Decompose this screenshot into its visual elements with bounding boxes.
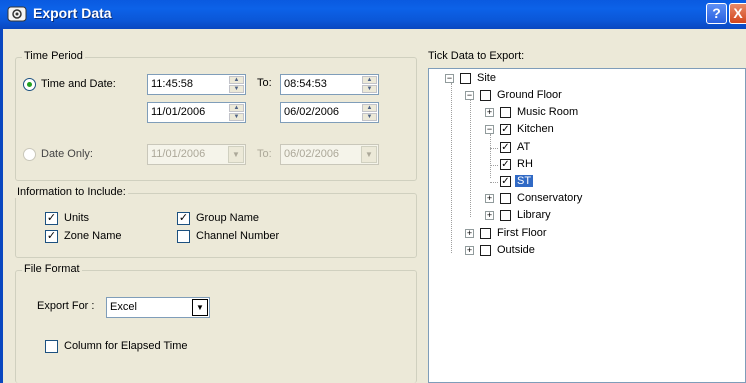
- date-only-start-field[interactable]: 11/01/2006 ▼: [147, 144, 246, 165]
- start-date-field[interactable]: 11/01/2006 ▲ ▼: [147, 102, 246, 123]
- tree-label-at[interactable]: AT: [517, 141, 530, 153]
- spin-down-icon[interactable]: ▼: [229, 85, 244, 93]
- tree-connector: [451, 83, 452, 253]
- units-checkbox[interactable]: ✓: [45, 212, 58, 225]
- spin-down-icon[interactable]: ▼: [362, 85, 377, 93]
- tree-label-outside[interactable]: Outside: [497, 244, 535, 256]
- outside-checkbox[interactable]: [480, 245, 491, 256]
- time-and-date-label[interactable]: Time and Date:: [41, 78, 116, 90]
- export-app-icon: [7, 6, 27, 22]
- zone-name-label[interactable]: Zone Name: [64, 230, 121, 242]
- expand-icon[interactable]: +: [465, 229, 474, 238]
- window-title: Export Data: [33, 5, 112, 21]
- spin-up-icon[interactable]: ▲: [362, 76, 377, 84]
- help-button[interactable]: ?: [706, 3, 727, 24]
- expand-icon[interactable]: +: [485, 194, 494, 203]
- start-time-spinner[interactable]: ▲ ▼: [229, 76, 244, 93]
- tree-label-music-room[interactable]: Music Room: [517, 106, 578, 118]
- tree-connector: [490, 182, 498, 183]
- tree-connector: [490, 148, 498, 149]
- tree-label-ground-floor[interactable]: Ground Floor: [497, 89, 562, 101]
- file-format-group-label: File Format: [22, 263, 82, 275]
- tick-data-label: Tick Data to Export:: [428, 50, 525, 62]
- expand-icon[interactable]: +: [485, 211, 494, 220]
- tree-connector: [490, 165, 498, 166]
- collapse-icon[interactable]: −: [465, 91, 474, 100]
- conservatory-checkbox[interactable]: [500, 193, 511, 204]
- tree-label-site[interactable]: Site: [477, 72, 496, 84]
- start-date-value: 11/01/2006: [151, 106, 206, 118]
- kitchen-checkbox[interactable]: ✓: [500, 124, 511, 135]
- tree-label-conservatory[interactable]: Conservatory: [517, 192, 582, 204]
- expand-icon[interactable]: +: [485, 108, 494, 117]
- end-date-spinner[interactable]: ▲ ▼: [362, 104, 377, 121]
- export-for-label: Export For :: [37, 300, 95, 312]
- library-checkbox[interactable]: [500, 210, 511, 221]
- group-name-checkbox[interactable]: ✓: [177, 212, 190, 225]
- zone-name-checkbox[interactable]: ✓: [45, 230, 58, 243]
- end-date-field[interactable]: 06/02/2006 ▲ ▼: [280, 102, 379, 123]
- tree-connector: [490, 134, 491, 178]
- time-period-group-label: Time Period: [22, 50, 85, 62]
- end-time-field[interactable]: 08:54:53 ▲ ▼: [280, 74, 379, 95]
- date-only-start-value: 11/01/2006: [151, 148, 206, 160]
- spin-down-icon[interactable]: ▼: [229, 113, 244, 121]
- start-date-spinner[interactable]: ▲ ▼: [229, 104, 244, 121]
- date-only-to-label: To:: [257, 148, 272, 160]
- collapse-icon[interactable]: −: [445, 74, 454, 83]
- end-time-value: 08:54:53: [284, 78, 327, 90]
- tree-label-first-floor[interactable]: First Floor: [497, 227, 547, 239]
- music-room-checkbox[interactable]: [500, 107, 511, 118]
- site-checkbox[interactable]: [460, 73, 471, 84]
- units-label[interactable]: Units: [64, 212, 89, 224]
- group-name-label[interactable]: Group Name: [196, 212, 259, 224]
- export-for-dropdown-icon[interactable]: ▼: [192, 299, 208, 316]
- tree-label-rh[interactable]: RH: [517, 158, 533, 170]
- date-only-end-field[interactable]: 06/02/2006 ▼: [280, 144, 379, 165]
- first-floor-checkbox[interactable]: [480, 228, 491, 239]
- channel-number-label[interactable]: Channel Number: [196, 230, 279, 242]
- tree-label-kitchen[interactable]: Kitchen: [517, 123, 554, 135]
- tree-connector: [470, 100, 471, 217]
- time-and-date-radio[interactable]: [23, 78, 36, 91]
- export-for-select[interactable]: Excel ▼: [106, 297, 210, 318]
- information-group-label: Information to Include:: [15, 186, 128, 198]
- spin-up-icon[interactable]: ▲: [362, 104, 377, 112]
- spin-down-icon[interactable]: ▼: [362, 113, 377, 121]
- date-only-start-dropdown-icon[interactable]: ▼: [228, 146, 244, 163]
- start-time-value: 11:45:58: [151, 78, 194, 90]
- to-label: To:: [257, 77, 272, 89]
- elapsed-time-label[interactable]: Column for Elapsed Time: [64, 340, 188, 352]
- ground-floor-checkbox[interactable]: [480, 90, 491, 101]
- elapsed-time-checkbox[interactable]: [45, 340, 58, 353]
- channel-number-checkbox[interactable]: [177, 230, 190, 243]
- collapse-icon[interactable]: −: [485, 125, 494, 134]
- export-tree[interactable]: − Site − Ground Floor + Music Room − ✓ K…: [428, 68, 746, 383]
- tree-label-st[interactable]: ST: [515, 175, 534, 187]
- information-group: Information to Include:: [15, 186, 417, 258]
- date-only-label[interactable]: Date Only:: [41, 148, 93, 160]
- export-for-value: Excel: [110, 301, 137, 313]
- title-bar: Export Data ? X: [0, 0, 746, 29]
- spin-up-icon[interactable]: ▲: [229, 104, 244, 112]
- spin-up-icon[interactable]: ▲: [229, 76, 244, 84]
- at-checkbox[interactable]: ✓: [500, 142, 511, 153]
- file-format-group: File Format: [15, 263, 417, 383]
- close-button[interactable]: X: [729, 3, 746, 24]
- date-only-radio[interactable]: [23, 148, 36, 161]
- tree-label-library[interactable]: Library: [517, 209, 551, 221]
- end-date-value: 06/02/2006: [284, 106, 340, 118]
- start-time-field[interactable]: 11:45:58 ▲ ▼: [147, 74, 246, 95]
- expand-icon[interactable]: +: [465, 246, 474, 255]
- st-checkbox[interactable]: ✓: [500, 176, 511, 187]
- date-only-end-dropdown-icon[interactable]: ▼: [361, 146, 377, 163]
- rh-checkbox[interactable]: ✓: [500, 159, 511, 170]
- end-time-spinner[interactable]: ▲ ▼: [362, 76, 377, 93]
- date-only-end-value: 06/02/2006: [284, 148, 340, 160]
